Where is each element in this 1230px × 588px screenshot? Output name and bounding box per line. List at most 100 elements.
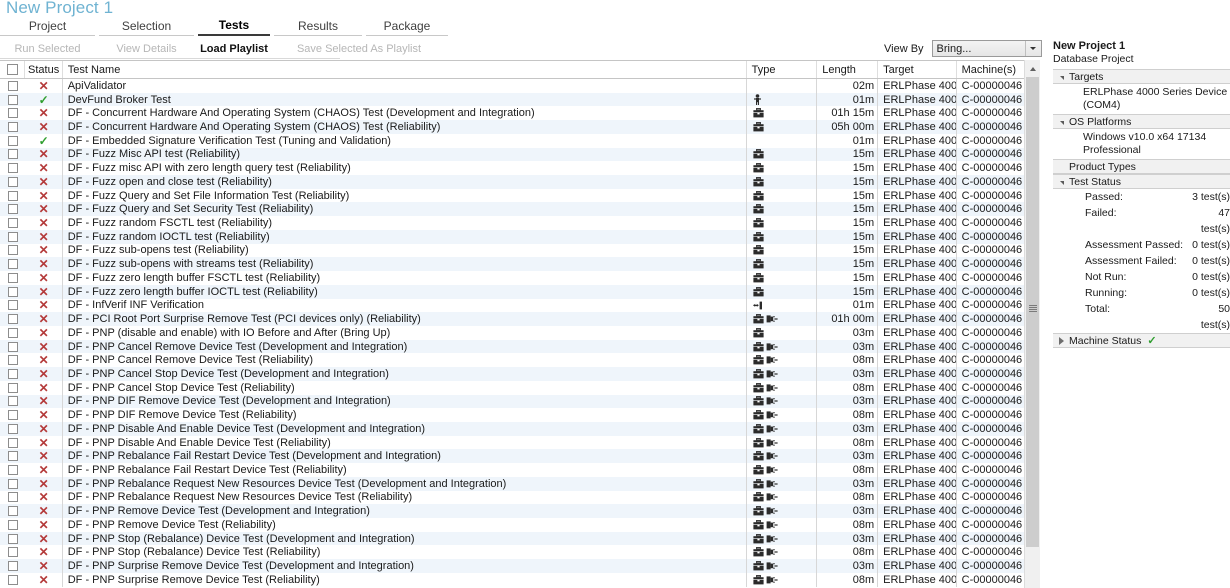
row-checkbox[interactable] <box>7 451 18 462</box>
row-select-cell[interactable] <box>0 120 25 134</box>
row-checkbox[interactable] <box>7 94 18 105</box>
tab-project[interactable]: Project <box>0 19 95 36</box>
row-select-cell[interactable] <box>0 134 25 148</box>
expander-icon[interactable] <box>1057 180 1066 185</box>
properties-section-targets[interactable]: Targets <box>1053 69 1230 84</box>
table-row[interactable]: ✕ DF - Fuzz random FSCTL test (Reliabilit… <box>0 216 1040 230</box>
row-select-cell[interactable] <box>0 504 25 518</box>
row-checkbox[interactable] <box>7 396 18 407</box>
table-row[interactable]: ✕ DF - PNP Stop (Rebalance) Device Test (… <box>0 545 1040 560</box>
row-select-cell[interactable] <box>0 148 25 162</box>
chevron-down-icon[interactable] <box>1024 41 1041 56</box>
row-checkbox[interactable] <box>7 122 18 133</box>
row-select-cell[interactable] <box>0 189 25 203</box>
row-checkbox[interactable] <box>7 176 18 187</box>
expander-icon[interactable] <box>1057 75 1066 80</box>
properties-section-test-status[interactable]: Test Status <box>1053 174 1230 189</box>
expander-icon[interactable] <box>1057 336 1066 345</box>
table-row[interactable]: ✕ DF - Fuzz sub-opens with streams test (… <box>0 257 1040 272</box>
row-checkbox[interactable] <box>7 108 18 119</box>
table-row[interactable]: ✕ DF - InfVerif INF Verification 01m ERLPha… <box>0 298 1040 313</box>
row-checkbox[interactable] <box>7 464 18 475</box>
command-load-playlist[interactable]: Load Playlist <box>198 42 270 56</box>
row-select-cell[interactable] <box>0 477 25 491</box>
table-row[interactable]: ✕ DF - PNP DIF Remove Device Test (Reliab… <box>0 408 1040 422</box>
row-select-cell[interactable] <box>0 257 25 271</box>
table-row[interactable]: ✕ DF - PNP Surprise Remove Device Test (R… <box>0 572 1040 587</box>
table-row[interactable]: ✕ApiValidator02mERLPhase 4000 :C-0000004… <box>0 79 1040 93</box>
properties-section-machine-status[interactable]: Machine Status ✓ <box>1053 333 1230 348</box>
row-checkbox[interactable] <box>7 80 18 91</box>
table-row[interactable]: ✕ DF - Fuzz misc API with zero length que… <box>0 161 1040 176</box>
row-select-cell[interactable] <box>0 161 25 175</box>
properties-section-product-types[interactable]: Product Types <box>1053 159 1230 174</box>
expander-icon[interactable] <box>1057 120 1066 125</box>
row-checkbox[interactable] <box>7 533 18 544</box>
row-select-cell[interactable] <box>0 340 25 354</box>
table-row[interactable]: ✕ DF - PNP Surprise Remove Device Test (D… <box>0 559 1040 573</box>
row-select-cell[interactable] <box>0 449 25 463</box>
row-select-cell[interactable] <box>0 532 25 546</box>
row-checkbox[interactable] <box>7 135 18 146</box>
table-row[interactable]: ✕ DF - Fuzz sub-opens test (Reliability) 1… <box>0 243 1040 258</box>
row-checkbox[interactable] <box>7 437 18 448</box>
row-checkbox[interactable] <box>7 382 18 393</box>
table-row[interactable]: ✕ DF - PCI Root Port Surprise Remove Test… <box>0 312 1040 326</box>
table-row[interactable]: ✕ DF - PNP Remove Device Test (Developmen… <box>0 504 1040 518</box>
table-row[interactable]: ✓ DF - Embedded Signature Verification Te… <box>0 133 1040 148</box>
row-select-cell[interactable] <box>0 408 25 422</box>
row-checkbox[interactable] <box>7 478 18 489</box>
row-select-cell[interactable] <box>0 353 25 367</box>
table-row[interactable]: ✕ DF - PNP DIF Remove Device Test (Develo… <box>0 394 1040 409</box>
table-row[interactable]: ✕ DF - PNP (disable and enable) with IO B… <box>0 325 1040 340</box>
row-select-cell[interactable] <box>0 312 25 326</box>
row-select-cell[interactable] <box>0 285 25 299</box>
table-row[interactable]: ✕ DF - PNP Rebalance Request New Resource… <box>0 490 1040 505</box>
row-checkbox[interactable] <box>7 341 18 352</box>
row-select-cell[interactable] <box>0 367 25 381</box>
table-row[interactable]: ✕ DF - PNP Rebalance Request New Resource… <box>0 476 1040 491</box>
row-checkbox[interactable] <box>7 314 18 325</box>
table-row[interactable]: ✕ DF - PNP Rebalance Fail Restart Device … <box>0 449 1040 464</box>
properties-section-os-platforms[interactable]: OS Platforms <box>1053 114 1230 129</box>
table-row[interactable]: ✕ DF - PNP Cancel Remove Device Test (Dev… <box>0 339 1040 354</box>
row-select-cell[interactable] <box>0 381 25 395</box>
column-header-type[interactable]: Type <box>747 61 818 78</box>
row-checkbox[interactable] <box>7 355 18 366</box>
row-checkbox[interactable] <box>7 519 18 530</box>
row-checkbox[interactable] <box>7 149 18 160</box>
row-select-cell[interactable] <box>0 463 25 477</box>
row-select-cell[interactable] <box>0 326 25 340</box>
row-checkbox[interactable] <box>7 492 18 503</box>
row-select-cell[interactable] <box>0 422 25 436</box>
table-row[interactable]: ✕ DF - Fuzz random IOCTL test (Reliabilit… <box>0 229 1040 244</box>
row-checkbox[interactable] <box>7 272 18 283</box>
row-select-cell[interactable] <box>0 202 25 216</box>
row-select-cell[interactable] <box>0 244 25 258</box>
table-row[interactable]: ✕ DF - Fuzz zero length buffer IOCTL test… <box>0 284 1040 299</box>
row-select-cell[interactable] <box>0 491 25 505</box>
tab-results[interactable]: Results <box>274 19 362 36</box>
table-row[interactable]: ✕ DF - Fuzz open and close test (Reliabil… <box>0 175 1040 189</box>
row-select-cell[interactable] <box>0 216 25 230</box>
row-checkbox[interactable] <box>7 218 18 229</box>
row-checkbox[interactable] <box>7 163 18 174</box>
scroll-up-icon[interactable] <box>1025 60 1040 77</box>
row-checkbox[interactable] <box>7 327 18 338</box>
table-row[interactable]: ✕ DF - Concurrent Hardware And Operating … <box>0 106 1040 121</box>
table-row[interactable]: ✕ DF - PNP Stop (Rebalance) Device Test (… <box>0 531 1040 546</box>
row-select-cell[interactable] <box>0 106 25 120</box>
select-all-header[interactable] <box>0 61 26 78</box>
column-header-target[interactable]: Target <box>878 61 957 78</box>
row-checkbox[interactable] <box>7 190 18 201</box>
row-checkbox[interactable] <box>7 410 18 421</box>
column-header-test-name[interactable]: Test Name <box>63 61 747 78</box>
row-select-cell[interactable] <box>0 79 25 93</box>
select-all-checkbox[interactable] <box>6 64 18 75</box>
table-row[interactable]: ✕ DF - PNP Disable And Enable Device Test… <box>0 421 1040 436</box>
table-row[interactable]: ✕ DF - PNP Disable And Enable Device Test… <box>0 435 1040 450</box>
row-select-cell[interactable] <box>0 559 25 573</box>
tab-package[interactable]: Package <box>366 19 448 36</box>
table-row[interactable]: ✕ DF - PNP Cancel Stop Device Test (Relia… <box>0 380 1040 395</box>
row-select-cell[interactable] <box>0 395 25 409</box>
